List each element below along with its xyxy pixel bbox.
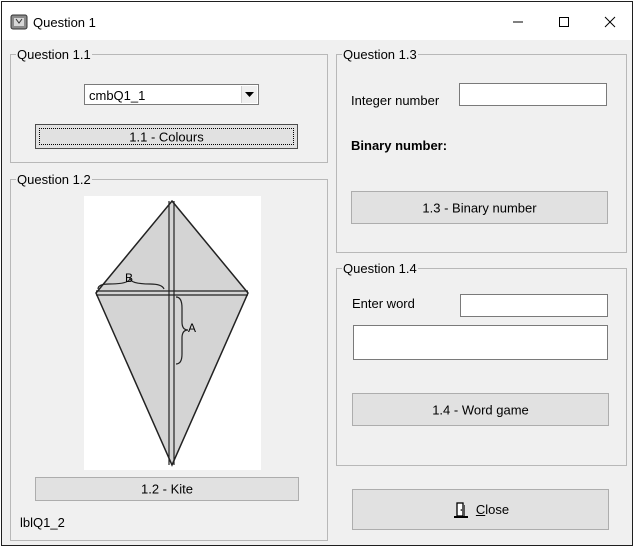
- chevron-down-icon: [245, 92, 254, 97]
- kite-label-a: A: [188, 321, 196, 335]
- door-exit-icon: [453, 501, 468, 518]
- word-output-field[interactable]: [353, 325, 608, 360]
- close-icon: [604, 16, 616, 28]
- binary-number-button[interactable]: 1.3 - Binary number: [351, 191, 608, 224]
- main-window: Question 1 Question 1.1 cmbQ1_1 1.1 - Co…: [1, 1, 633, 546]
- kite-button[interactable]: 1.2 - Kite: [35, 477, 299, 501]
- kite-label-b: B: [125, 271, 133, 285]
- minimize-button[interactable]: [496, 7, 542, 37]
- title-bar[interactable]: Question 1: [2, 2, 632, 40]
- maximize-button[interactable]: [542, 7, 588, 37]
- colours-button[interactable]: 1.1 - Colours: [35, 124, 298, 149]
- close-button-label: Close: [475, 502, 510, 517]
- kite-diagram: B A: [95, 199, 249, 467]
- group-question-1-2-title: Question 1.2: [17, 172, 91, 187]
- close-button[interactable]: Close: [352, 489, 609, 530]
- maximize-icon: [559, 17, 569, 27]
- kite-image: B A: [84, 196, 261, 470]
- group-question-1-4: Question 1.4: [336, 261, 627, 466]
- integer-number-input[interactable]: [459, 83, 607, 106]
- combobox-dropdown-button[interactable]: [241, 86, 257, 103]
- word-game-button[interactable]: 1.4 - Word game: [352, 393, 609, 426]
- colours-combobox[interactable]: cmbQ1_1: [84, 84, 259, 105]
- colours-combobox-value: cmbQ1_1: [89, 88, 146, 103]
- close-window-button[interactable]: [588, 7, 634, 37]
- window-title: Question 1: [33, 15, 96, 30]
- minimize-icon: [513, 21, 523, 23]
- enter-word-label: Enter word: [352, 296, 415, 311]
- group-question-1-4-title: Question 1.4: [343, 261, 417, 276]
- app-icon: [10, 14, 28, 30]
- binary-number-label: Binary number:: [351, 138, 448, 153]
- group-question-1-1-title: Question 1.1: [17, 47, 91, 62]
- kite-result-label: lblQ1_2: [20, 515, 65, 530]
- enter-word-input[interactable]: [460, 294, 608, 317]
- group-question-1-3-title: Question 1.3: [343, 47, 417, 62]
- integer-number-label: Integer number: [351, 93, 440, 108]
